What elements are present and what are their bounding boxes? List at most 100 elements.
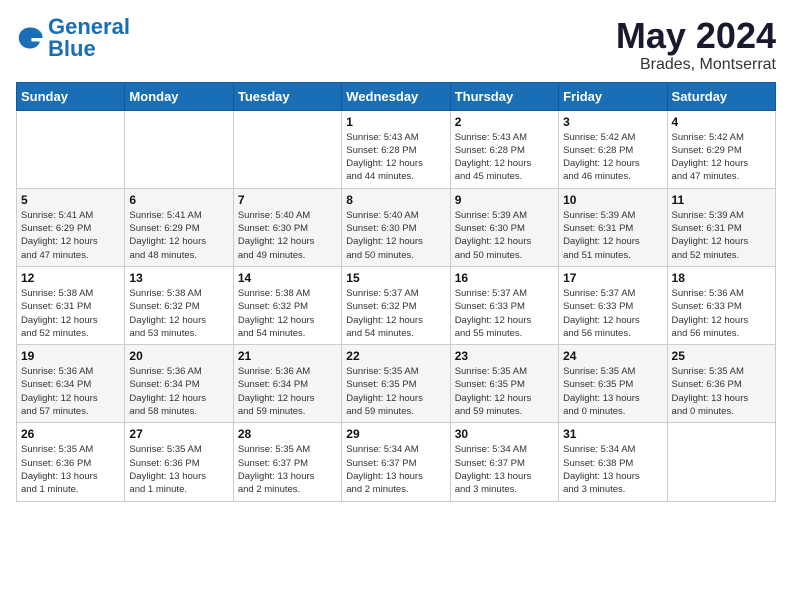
day-cell: 23 Sunrise: 5:35 AM Sunset: 6:35 PM Dayli… bbox=[450, 345, 558, 423]
day-info: Sunrise: 5:35 AM Sunset: 6:35 PM Dayligh… bbox=[563, 365, 662, 418]
day-number: 14 bbox=[238, 271, 337, 285]
day-cell: 24 Sunrise: 5:35 AM Sunset: 6:35 PM Dayli… bbox=[559, 345, 667, 423]
week-row-2: 5 Sunrise: 5:41 AM Sunset: 6:29 PM Daylig… bbox=[17, 188, 776, 266]
day-number: 11 bbox=[672, 193, 771, 207]
day-info: Sunrise: 5:38 AM Sunset: 6:32 PM Dayligh… bbox=[129, 287, 228, 340]
day-number: 21 bbox=[238, 349, 337, 363]
day-number: 26 bbox=[21, 427, 120, 441]
day-cell: 31 Sunrise: 5:34 AM Sunset: 6:38 PM Dayli… bbox=[559, 423, 667, 501]
day-cell: 2Sunrise: 5:43 AM Sunset: 6:28 PM Daylig… bbox=[450, 110, 558, 188]
day-cell: 5 Sunrise: 5:41 AM Sunset: 6:29 PM Daylig… bbox=[17, 188, 125, 266]
day-info: Sunrise: 5:43 AM Sunset: 6:28 PM Dayligh… bbox=[346, 131, 445, 184]
weekday-header-row: SundayMondayTuesdayWednesdayThursdayFrid… bbox=[17, 82, 776, 110]
day-number: 20 bbox=[129, 349, 228, 363]
day-cell: 19Sunrise: 5:36 AM Sunset: 6:34 PM Dayli… bbox=[17, 345, 125, 423]
weekday-header-tuesday: Tuesday bbox=[233, 82, 341, 110]
weekday-header-thursday: Thursday bbox=[450, 82, 558, 110]
day-number: 7 bbox=[238, 193, 337, 207]
week-row-1: 1 Sunrise: 5:43 AM Sunset: 6:28 PM Daylig… bbox=[17, 110, 776, 188]
day-info: Sunrise: 5:43 AM Sunset: 6:28 PM Dayligh… bbox=[455, 131, 554, 184]
day-cell: 7 Sunrise: 5:40 AM Sunset: 6:30 PM Daylig… bbox=[233, 188, 341, 266]
day-info: Sunrise: 5:37 AM Sunset: 6:33 PM Dayligh… bbox=[563, 287, 662, 340]
day-number: 27 bbox=[129, 427, 228, 441]
day-number: 13 bbox=[129, 271, 228, 285]
day-number: 1 bbox=[346, 115, 445, 129]
day-cell bbox=[17, 110, 125, 188]
day-cell: 14 Sunrise: 5:38 AM Sunset: 6:32 PM Dayli… bbox=[233, 266, 341, 344]
day-cell: 15Sunrise: 5:37 AM Sunset: 6:32 PM Dayli… bbox=[342, 266, 450, 344]
day-number: 12 bbox=[21, 271, 120, 285]
day-cell bbox=[233, 110, 341, 188]
day-info: Sunrise: 5:35 AM Sunset: 6:35 PM Dayligh… bbox=[455, 365, 554, 418]
day-cell: 10 Sunrise: 5:39 AM Sunset: 6:31 PM Dayli… bbox=[559, 188, 667, 266]
day-number: 28 bbox=[238, 427, 337, 441]
day-info: Sunrise: 5:39 AM Sunset: 6:31 PM Dayligh… bbox=[672, 209, 771, 262]
day-cell bbox=[125, 110, 233, 188]
day-number: 25 bbox=[672, 349, 771, 363]
day-number: 16 bbox=[455, 271, 554, 285]
day-cell: 20Sunrise: 5:36 AM Sunset: 6:34 PM Dayli… bbox=[125, 345, 233, 423]
day-cell: 27Sunrise: 5:35 AM Sunset: 6:36 PM Dayli… bbox=[125, 423, 233, 501]
day-info: Sunrise: 5:41 AM Sunset: 6:29 PM Dayligh… bbox=[129, 209, 228, 262]
day-info: Sunrise: 5:37 AM Sunset: 6:33 PM Dayligh… bbox=[455, 287, 554, 340]
day-info: Sunrise: 5:38 AM Sunset: 6:31 PM Dayligh… bbox=[21, 287, 120, 340]
day-cell: 12 Sunrise: 5:38 AM Sunset: 6:31 PM Dayli… bbox=[17, 266, 125, 344]
day-number: 22 bbox=[346, 349, 445, 363]
day-info: Sunrise: 5:42 AM Sunset: 6:29 PM Dayligh… bbox=[672, 131, 771, 184]
day-info: Sunrise: 5:39 AM Sunset: 6:31 PM Dayligh… bbox=[563, 209, 662, 262]
day-cell: 9 Sunrise: 5:39 AM Sunset: 6:30 PM Daylig… bbox=[450, 188, 558, 266]
day-cell: 13 Sunrise: 5:38 AM Sunset: 6:32 PM Dayli… bbox=[125, 266, 233, 344]
day-info: Sunrise: 5:35 AM Sunset: 6:35 PM Dayligh… bbox=[346, 365, 445, 418]
day-info: Sunrise: 5:39 AM Sunset: 6:30 PM Dayligh… bbox=[455, 209, 554, 262]
location-title: Brades, Montserrat bbox=[616, 56, 776, 74]
weekday-header-saturday: Saturday bbox=[667, 82, 775, 110]
day-number: 8 bbox=[346, 193, 445, 207]
day-cell: 11 Sunrise: 5:39 AM Sunset: 6:31 PM Dayli… bbox=[667, 188, 775, 266]
day-number: 30 bbox=[455, 427, 554, 441]
day-info: Sunrise: 5:42 AM Sunset: 6:28 PM Dayligh… bbox=[563, 131, 662, 184]
day-cell: 18 Sunrise: 5:36 AM Sunset: 6:33 PM Dayli… bbox=[667, 266, 775, 344]
day-number: 5 bbox=[21, 193, 120, 207]
day-info: Sunrise: 5:40 AM Sunset: 6:30 PM Dayligh… bbox=[346, 209, 445, 262]
day-number: 31 bbox=[563, 427, 662, 441]
day-number: 9 bbox=[455, 193, 554, 207]
logo-text-general: General bbox=[48, 16, 130, 38]
month-title: May 2024 bbox=[616, 16, 776, 56]
day-number: 23 bbox=[455, 349, 554, 363]
day-info: Sunrise: 5:40 AM Sunset: 6:30 PM Dayligh… bbox=[238, 209, 337, 262]
day-cell: 22 Sunrise: 5:35 AM Sunset: 6:35 PM Dayli… bbox=[342, 345, 450, 423]
day-cell: 28 Sunrise: 5:35 AM Sunset: 6:37 PM Dayli… bbox=[233, 423, 341, 501]
day-number: 17 bbox=[563, 271, 662, 285]
day-info: Sunrise: 5:35 AM Sunset: 6:36 PM Dayligh… bbox=[21, 443, 120, 496]
day-cell bbox=[667, 423, 775, 501]
day-number: 24 bbox=[563, 349, 662, 363]
logo-text-blue: Blue bbox=[48, 38, 130, 60]
logo-icon bbox=[16, 24, 44, 52]
day-cell: 4Sunrise: 5:42 AM Sunset: 6:29 PM Daylig… bbox=[667, 110, 775, 188]
day-cell: 16 Sunrise: 5:37 AM Sunset: 6:33 PM Dayli… bbox=[450, 266, 558, 344]
day-info: Sunrise: 5:38 AM Sunset: 6:32 PM Dayligh… bbox=[238, 287, 337, 340]
day-info: Sunrise: 5:36 AM Sunset: 6:33 PM Dayligh… bbox=[672, 287, 771, 340]
day-number: 10 bbox=[563, 193, 662, 207]
day-cell: 29Sunrise: 5:34 AM Sunset: 6:37 PM Dayli… bbox=[342, 423, 450, 501]
week-row-4: 19 Sunrise: 5:36 AM Sunset: 6:34 PM Dayli… bbox=[17, 345, 776, 423]
week-row-3: 12 Sunrise: 5:38 AM Sunset: 6:31 PM Dayli… bbox=[17, 266, 776, 344]
day-number: 15 bbox=[346, 271, 445, 285]
day-info: Sunrise: 5:41 AM Sunset: 6:29 PM Dayligh… bbox=[21, 209, 120, 262]
day-info: Sunrise: 5:34 AM Sunset: 6:37 PM Dayligh… bbox=[455, 443, 554, 496]
logo: General Blue bbox=[16, 16, 130, 60]
day-info: Sunrise: 5:35 AM Sunset: 6:37 PM Dayligh… bbox=[238, 443, 337, 496]
day-number: 6 bbox=[129, 193, 228, 207]
day-number: 19 bbox=[21, 349, 120, 363]
day-number: 3 bbox=[563, 115, 662, 129]
day-cell: 21 Sunrise: 5:36 AM Sunset: 6:34 PM Dayli… bbox=[233, 345, 341, 423]
day-info: Sunrise: 5:35 AM Sunset: 6:36 PM Dayligh… bbox=[672, 365, 771, 418]
day-info: Sunrise: 5:36 AM Sunset: 6:34 PM Dayligh… bbox=[238, 365, 337, 418]
weekday-header-monday: Monday bbox=[125, 82, 233, 110]
day-number: 18 bbox=[672, 271, 771, 285]
day-cell: 3 Sunrise: 5:42 AM Sunset: 6:28 PM Daylig… bbox=[559, 110, 667, 188]
week-row-5: 26 Sunrise: 5:35 AM Sunset: 6:36 PM Dayli… bbox=[17, 423, 776, 501]
calendar: SundayMondayTuesdayWednesdayThursdayFrid… bbox=[16, 82, 776, 502]
day-info: Sunrise: 5:34 AM Sunset: 6:38 PM Dayligh… bbox=[563, 443, 662, 496]
day-cell: 26 Sunrise: 5:35 AM Sunset: 6:36 PM Dayli… bbox=[17, 423, 125, 501]
